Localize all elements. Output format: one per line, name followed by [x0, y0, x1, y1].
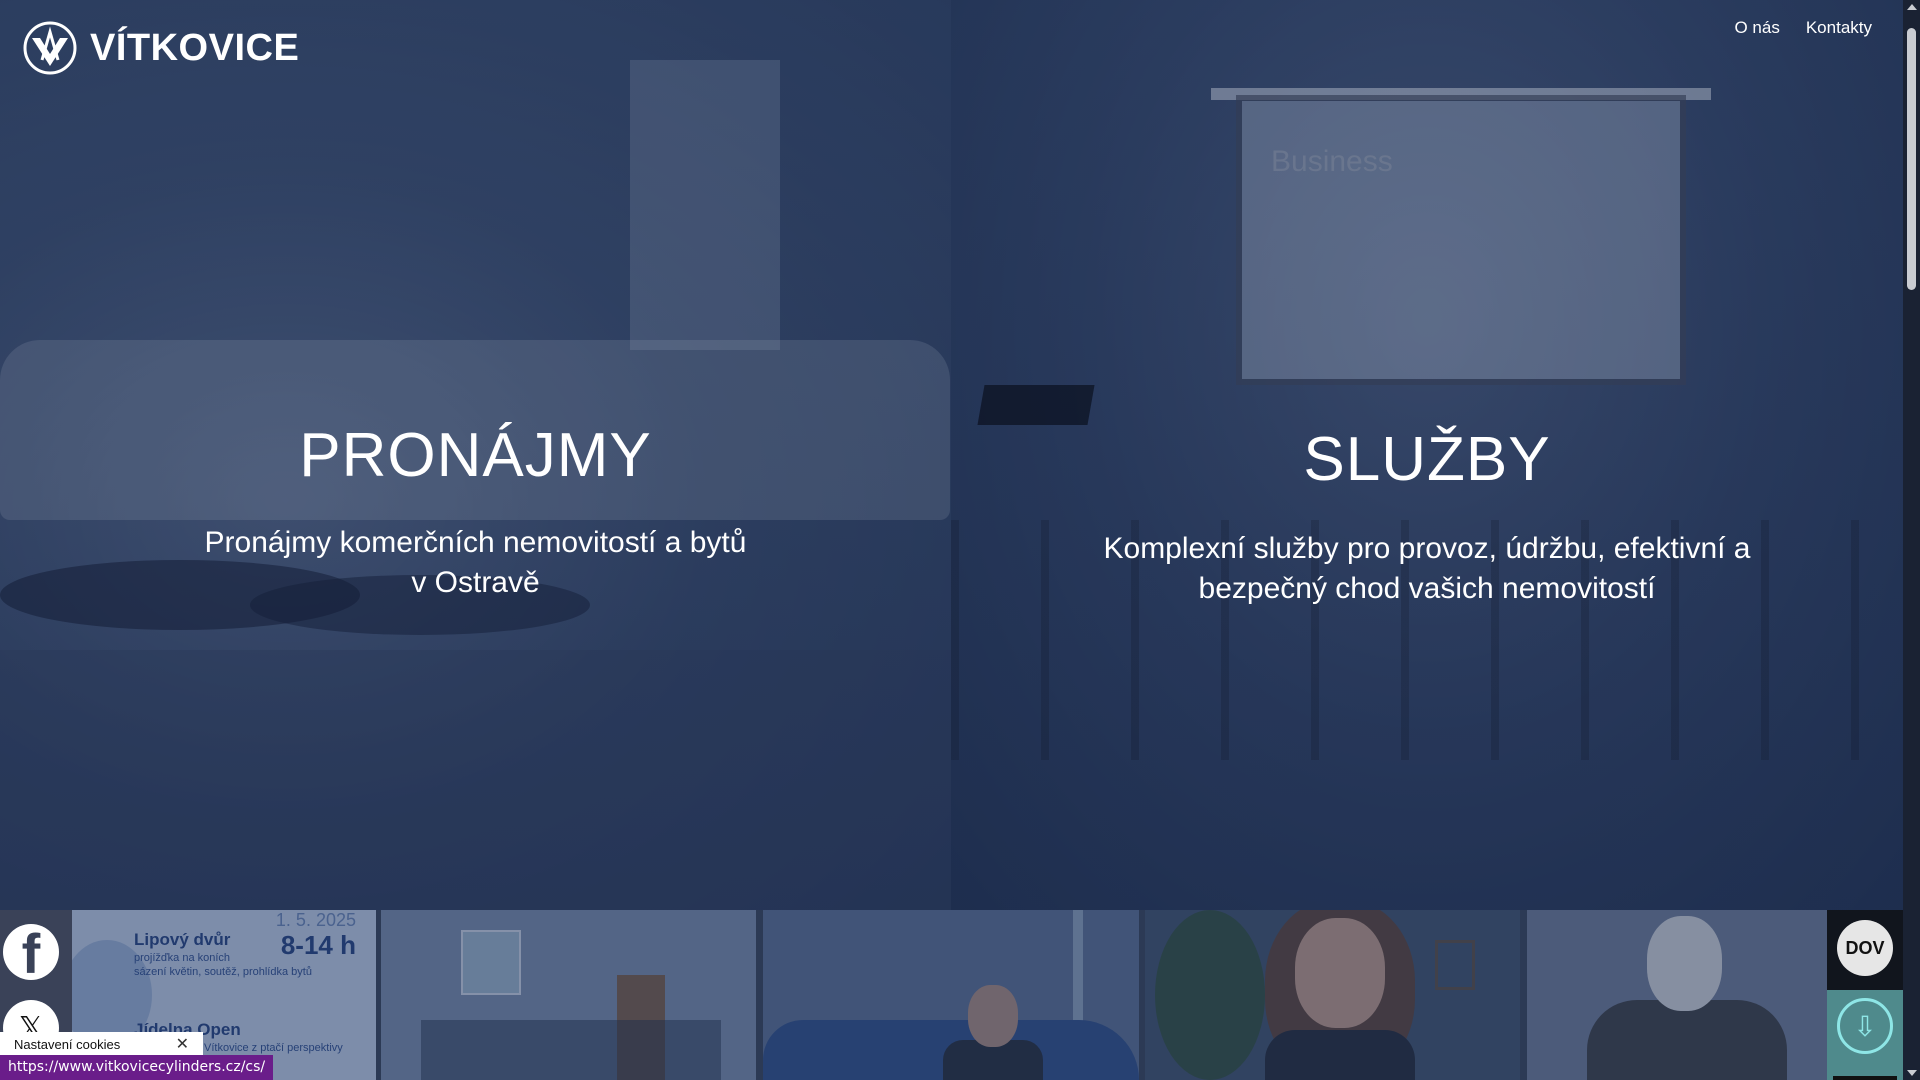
badge-bar: [1833, 1076, 1897, 1080]
news-strip: f 𝕏 1. 5. 2025 8-14 h Lipový dvůr projíž…: [0, 910, 1903, 1080]
cookie-settings-bar[interactable]: Nastavení cookies ✕: [0, 1032, 203, 1056]
cookie-settings-label: Nastavení cookies: [14, 1036, 121, 1052]
status-url: https://www.vitkovicecylinders.cz/cs/: [0, 1055, 274, 1080]
close-icon[interactable]: ✕: [176, 1034, 189, 1054]
projection-screen-decoration: [1236, 95, 1686, 385]
tile-overlay: [763, 910, 1139, 1080]
download-icon: ⇩: [1837, 998, 1893, 1054]
dov-badge-label: DOV: [1837, 920, 1893, 976]
news-tile-apartment[interactable]: [381, 910, 756, 1080]
rentals-description: Pronájmy komerčních nemovitostí a bytů v…: [176, 523, 776, 603]
nav-contacts[interactable]: Kontakty: [1806, 18, 1872, 38]
nav-about[interactable]: O nás: [1734, 18, 1779, 38]
scrollbar[interactable]: [1903, 0, 1920, 1080]
news-tile-car[interactable]: [763, 910, 1139, 1080]
tile-overlay: [1145, 910, 1520, 1080]
services-description-line1: Komplexní služby pro provoz, údržbu, efe…: [1103, 532, 1751, 565]
rentals-description-line1: Pronájmy komerčních nemovitostí a bytů: [204, 526, 747, 559]
services-content: SLUŽBY Komplexní služby pro provoz, údrž…: [951, 424, 1903, 609]
main-nav: O nás Kontakty: [1734, 18, 1872, 38]
services-title: SLUŽBY: [1303, 425, 1551, 494]
scroll-thumb[interactable]: [1907, 28, 1916, 290]
window-decoration: [630, 60, 780, 350]
vitkovice-logo-icon: [23, 21, 77, 75]
download-badge[interactable]: ⇩: [1827, 990, 1903, 1080]
services-description: Komplexní služby pro provoz, údržbu, efe…: [1067, 529, 1787, 609]
floor-decoration: [0, 650, 951, 910]
news-tile-historic[interactable]: [1527, 910, 1827, 1080]
hero: PRONÁJMY Pronájmy komerčních nemovitostí…: [0, 0, 1903, 910]
dov-badge[interactable]: DOV: [1827, 910, 1903, 990]
rentals-panel[interactable]: PRONÁJMY Pronájmy komerčních nemovitostí…: [0, 0, 951, 910]
services-panel[interactable]: Business SLUŽBY Komplexní služby pro pro…: [951, 0, 1903, 910]
brand-name: VÍTKOVICE: [90, 26, 300, 69]
services-description-line2: bezpečný chod vašich nemovitostí: [1198, 572, 1656, 605]
tile-overlay: [1527, 910, 1827, 1080]
logo-link[interactable]: VÍTKOVICE: [22, 20, 299, 76]
scroll-up-arrow-icon[interactable]: [1907, 4, 1917, 10]
rentals-content: PRONÁJMY Pronájmy komerčních nemovitostí…: [0, 420, 951, 603]
music-stand-decoration: [977, 385, 1095, 425]
facebook-glyph: f: [21, 924, 41, 981]
facebook-icon[interactable]: f: [3, 924, 59, 980]
news-tile-portrait[interactable]: [1145, 910, 1520, 1080]
rentals-title: PRONÁJMY: [299, 421, 652, 490]
scroll-down-arrow-icon[interactable]: [1907, 1070, 1917, 1076]
tile-overlay: [381, 910, 756, 1080]
screen-text: Business: [1271, 145, 1393, 178]
rentals-description-line2: v Ostravě: [411, 566, 540, 599]
